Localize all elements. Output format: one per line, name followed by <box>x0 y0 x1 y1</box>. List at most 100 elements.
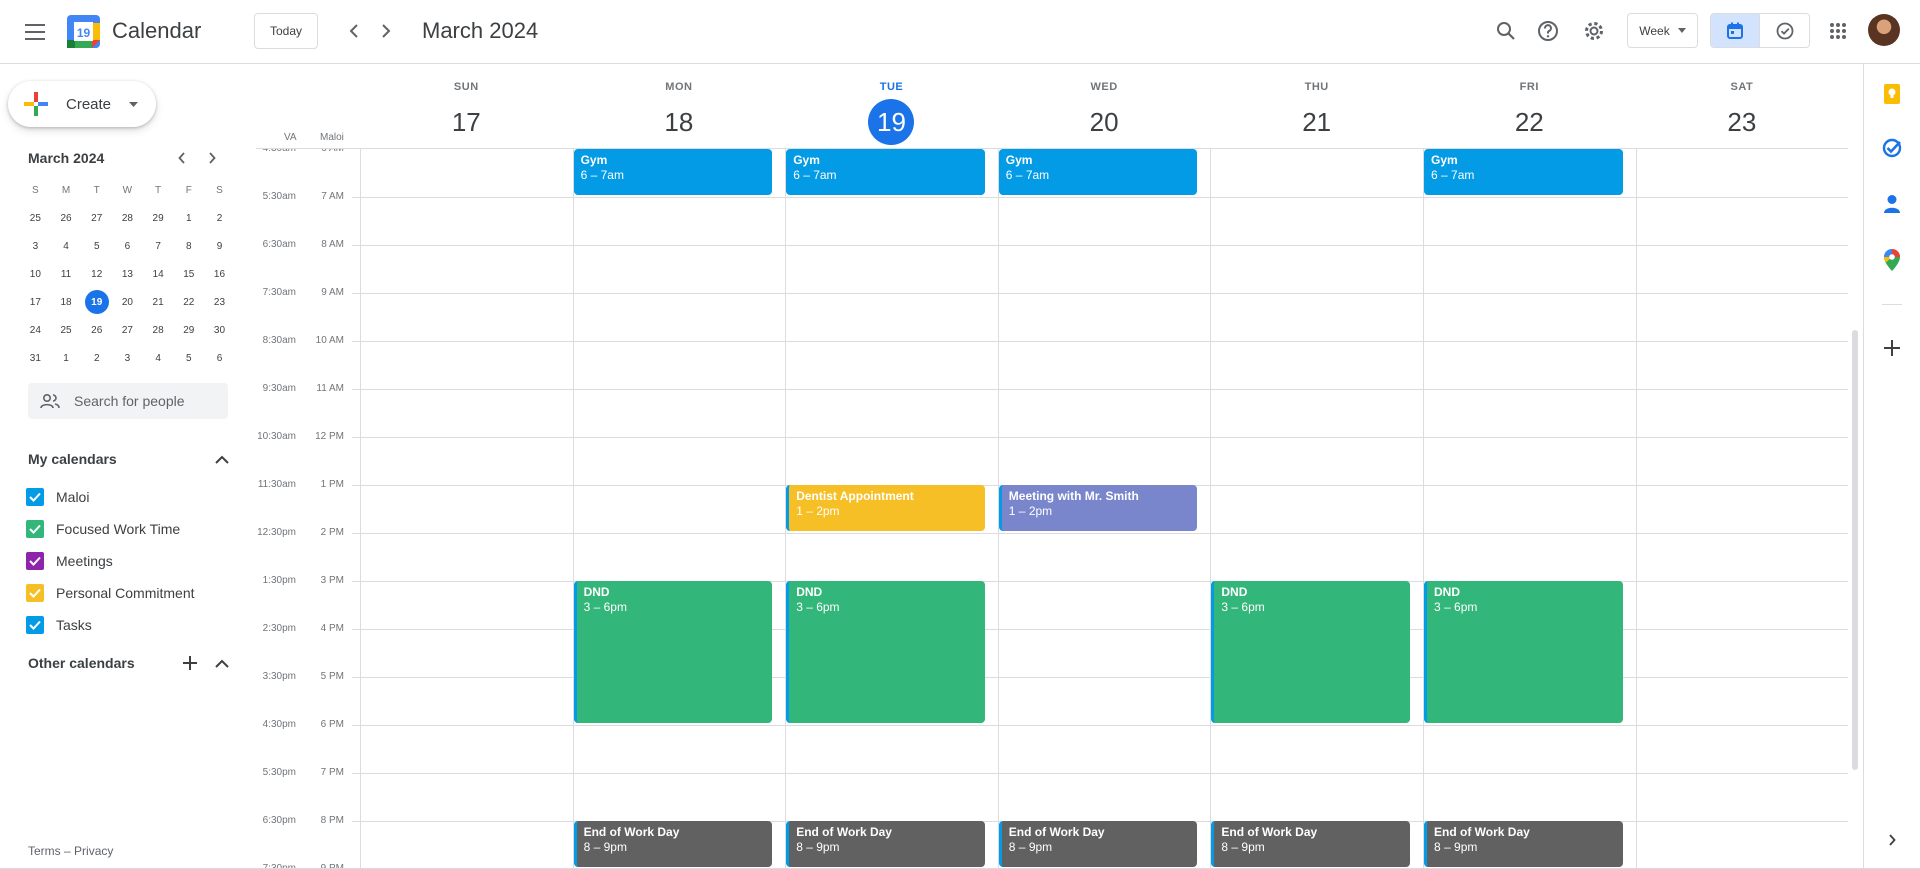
mini-calendar-day-today[interactable]: 19 <box>81 288 112 316</box>
calendar-event[interactable]: Gym 6 – 7am <box>573 149 773 195</box>
time-grid[interactable]: 4:30am 6 AM 5:30am 7 AM 6:30am 8 AM 7:30am 9 AM… <box>256 148 1848 869</box>
calendar-event[interactable]: DND 3 – 6pm <box>573 581 773 723</box>
collapse-other-calendars-button[interactable] <box>210 651 234 675</box>
calendar-list-item[interactable]: Tasks <box>26 609 236 641</box>
calendar-event[interactable]: DND 3 – 6pm <box>786 581 985 723</box>
calendar-event[interactable]: Meeting with Mr. Smith 1 – 2pm <box>998 485 1198 531</box>
mini-calendar-day[interactable]: 29 <box>143 204 174 232</box>
google-apps-button[interactable] <box>1818 11 1858 51</box>
tasks-button[interactable] <box>1874 130 1910 166</box>
calendar-checkbox[interactable] <box>26 552 44 570</box>
day-number[interactable]: 21 <box>1294 99 1340 145</box>
calendar-list-item[interactable]: Meetings <box>26 545 236 577</box>
mini-calendar-day[interactable]: 9 <box>204 232 235 260</box>
mini-calendar-day[interactable]: 27 <box>112 316 143 344</box>
terms-link[interactable]: Terms <box>28 844 61 858</box>
calendar-list-item[interactable]: Maloi <box>26 481 236 513</box>
maps-button[interactable] <box>1874 242 1910 278</box>
day-number[interactable]: 20 <box>1081 99 1127 145</box>
mini-calendar-day[interactable]: 25 <box>20 204 51 232</box>
mini-calendar-day[interactable]: 12 <box>81 260 112 288</box>
calendar-list-item[interactable]: Focused Work Time <box>26 513 236 545</box>
calendar-event[interactable]: Gym 6 – 7am <box>1424 149 1623 195</box>
mini-calendar-day[interactable]: 2 <box>204 204 235 232</box>
help-button[interactable] <box>1528 11 1568 51</box>
day-number[interactable]: 18 <box>656 99 702 145</box>
day-number[interactable]: 17 <box>443 99 489 145</box>
mini-calendar-day[interactable]: 24 <box>20 316 51 344</box>
day-column-header-mon[interactable]: MON 18 <box>573 64 786 148</box>
day-column-header-wed[interactable]: WED 20 <box>998 64 1211 148</box>
mini-calendar-day[interactable]: 8 <box>173 232 204 260</box>
main-menu-button[interactable] <box>16 12 56 52</box>
calendar-checkbox[interactable] <box>26 584 44 602</box>
calendar-checkbox[interactable] <box>26 488 44 506</box>
day-column-header-thu[interactable]: THU 21 <box>1210 64 1423 148</box>
mini-calendar-day[interactable]: 21 <box>143 288 174 316</box>
settings-button[interactable] <box>1574 11 1614 51</box>
mini-calendar-day[interactable]: 4 <box>51 232 82 260</box>
day-number[interactable]: 19 <box>868 99 915 145</box>
mini-calendar-day[interactable]: 28 <box>143 316 174 344</box>
show-side-panel-button[interactable] <box>1874 822 1910 858</box>
mini-calendar-day[interactable]: 4 <box>143 344 174 372</box>
account-avatar[interactable] <box>1868 14 1900 46</box>
mini-calendar-day[interactable]: 7 <box>143 232 174 260</box>
mini-calendar-day[interactable]: 10 <box>20 260 51 288</box>
mini-calendar-day[interactable]: 16 <box>204 260 235 288</box>
day-column-header-tue[interactable]: TUE 19 <box>785 64 998 148</box>
calendar-event[interactable]: End of Work Day 8 – 9pm <box>573 821 773 867</box>
mini-calendar-next-button[interactable] <box>200 146 224 170</box>
day-column-header-sat[interactable]: SAT 23 <box>1636 64 1849 148</box>
mini-calendar-day[interactable]: 5 <box>173 344 204 372</box>
mini-calendar-day[interactable]: 23 <box>204 288 235 316</box>
mini-calendar-day[interactable]: 26 <box>51 204 82 232</box>
mini-calendar-day[interactable]: 6 <box>112 232 143 260</box>
mini-calendar-prev-button[interactable] <box>170 146 194 170</box>
calendar-event[interactable]: End of Work Day 8 – 9pm <box>1424 821 1623 867</box>
mini-calendar-day[interactable]: 6 <box>204 344 235 372</box>
calendar-event[interactable]: DND 3 – 6pm <box>1424 581 1623 723</box>
tasks-view-toggle[interactable] <box>1760 14 1809 47</box>
contacts-button[interactable] <box>1874 186 1910 222</box>
mini-calendar-day[interactable]: 3 <box>20 232 51 260</box>
search-people-input[interactable]: Search for people <box>28 383 228 419</box>
add-other-calendar-button[interactable] <box>178 651 202 675</box>
mini-calendar-day[interactable]: 30 <box>204 316 235 344</box>
mini-calendar-day[interactable]: 14 <box>143 260 174 288</box>
mini-calendar-day[interactable]: 13 <box>112 260 143 288</box>
calendar-event[interactable]: Gym 6 – 7am <box>998 149 1198 195</box>
day-number[interactable]: 22 <box>1506 99 1552 145</box>
mini-calendar-day[interactable]: 11 <box>51 260 82 288</box>
mini-calendar-day[interactable]: 15 <box>173 260 204 288</box>
calendar-list-item[interactable]: Personal Commitment <box>26 577 236 609</box>
my-calendars-header[interactable]: My calendars <box>28 447 234 471</box>
calendar-checkbox[interactable] <box>26 616 44 634</box>
calendar-view-toggle[interactable] <box>1711 14 1761 47</box>
mini-calendar-day[interactable]: 25 <box>51 316 82 344</box>
keep-button[interactable] <box>1874 76 1910 112</box>
calendar-logo[interactable]: 19 <box>67 15 100 48</box>
calendar-event[interactable]: DND 3 – 6pm <box>1211 581 1410 723</box>
calendar-event[interactable]: End of Work Day 8 – 9pm <box>1211 821 1410 867</box>
calendar-event[interactable]: End of Work Day 8 – 9pm <box>998 821 1198 867</box>
today-button[interactable]: Today <box>254 13 318 49</box>
mini-calendar-day[interactable]: 17 <box>20 288 51 316</box>
mini-calendar-day[interactable]: 1 <box>173 204 204 232</box>
calendar-checkbox[interactable] <box>26 520 44 538</box>
mini-calendar-day[interactable]: 31 <box>20 344 51 372</box>
mini-calendar-day[interactable]: 2 <box>81 344 112 372</box>
mini-calendar-day[interactable]: 18 <box>51 288 82 316</box>
mini-calendar-day[interactable]: 27 <box>81 204 112 232</box>
mini-calendar-day[interactable]: 5 <box>81 232 112 260</box>
mini-calendar-day[interactable]: 3 <box>112 344 143 372</box>
day-number[interactable]: 23 <box>1719 99 1765 145</box>
mini-calendar-day[interactable]: 29 <box>173 316 204 344</box>
privacy-link[interactable]: Privacy <box>74 844 113 858</box>
view-switcher-dropdown[interactable]: Week <box>1627 13 1698 48</box>
grid-scrollbar[interactable] <box>1852 330 1858 770</box>
other-calendars-header[interactable]: Other calendars <box>28 651 234 675</box>
mini-calendar-day[interactable]: 22 <box>173 288 204 316</box>
mini-calendar-day[interactable]: 26 <box>81 316 112 344</box>
calendar-event[interactable]: End of Work Day 8 – 9pm <box>786 821 985 867</box>
